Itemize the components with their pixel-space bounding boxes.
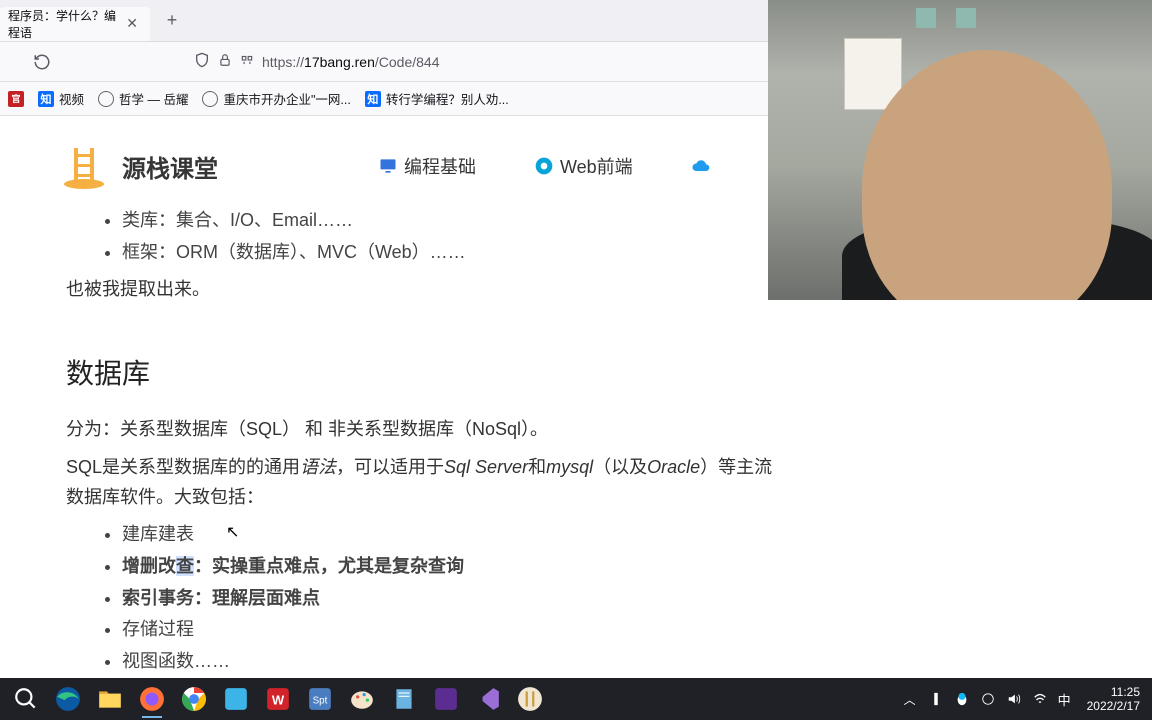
shield-icon: [194, 52, 210, 71]
globe-icon: [202, 91, 218, 107]
url-text: https://17bang.ren/Code/844: [262, 54, 439, 70]
tab-close-icon[interactable]: ✕: [122, 15, 142, 32]
nav-label: 编程基础: [404, 153, 476, 179]
time-text: 11:25: [1087, 685, 1140, 699]
chrome-icon: [534, 156, 554, 176]
url-host: 17bang.ren: [304, 54, 375, 70]
globe-icon: [98, 91, 114, 107]
list-sql-topics: 建库建表 增删改查：实操重点难点，尤其是复杂查询 索引事务：理解层面难点 存储过…: [66, 520, 774, 676]
list-libs: 类库：集合、I/O、Email…… 框架：ORM（数据库）、MVC（Web）……: [66, 206, 774, 267]
paint-icon[interactable]: [342, 680, 382, 718]
nav-cloud[interactable]: [691, 156, 711, 176]
edge-icon[interactable]: [48, 680, 88, 718]
bookmark-label: 转行学编程？别人劝...: [386, 89, 509, 108]
wps-icon[interactable]: W: [258, 680, 298, 718]
site-logo[interactable]: [60, 142, 108, 190]
list-item: 类库：集合、I/O、Email……: [122, 206, 774, 236]
qq-icon[interactable]: [954, 691, 970, 707]
bookmark-icon: 知: [365, 91, 381, 107]
app-icon[interactable]: [216, 680, 256, 718]
cloud-icon: [691, 156, 711, 176]
browser-tab[interactable]: 程序员：学什么？编程语 ✕: [0, 7, 150, 41]
url-scheme: https://: [262, 54, 304, 70]
chevron-up-icon[interactable]: ︿: [902, 691, 918, 707]
volume-icon[interactable]: [1006, 691, 1022, 707]
bookmark-icon: 知: [38, 91, 54, 107]
list-item: 增删改查：实操重点难点，尤其是复杂查询: [122, 552, 774, 582]
wifi-icon[interactable]: [1032, 691, 1048, 707]
bookmark-icon: 官: [8, 91, 24, 107]
spt-icon[interactable]: Spt: [300, 680, 340, 718]
article-content: 类库：集合、I/O、Email…… 框架：ORM（数据库）、MVC（Web）………: [60, 206, 780, 677]
nav-programming-basics[interactable]: 编程基础: [378, 153, 476, 179]
taskbar-apps: W Spt: [6, 680, 550, 718]
date-text: 2022/2/17: [1087, 699, 1140, 713]
nav-web-frontend[interactable]: Web前端: [534, 153, 633, 179]
vs-icon[interactable]: [426, 680, 466, 718]
svg-text:W: W: [272, 692, 285, 707]
highlighted-text: 查: [176, 556, 194, 576]
network-icon[interactable]: [980, 691, 996, 707]
taskbar: W Spt ︿ 中 11:25 2022/2/17: [0, 678, 1152, 720]
clock[interactable]: 11:25 2022/2/17: [1081, 685, 1146, 714]
permissions-icon: [240, 53, 254, 70]
heading-database: 数据库: [66, 351, 774, 397]
tab-title: 程序员：学什么？编程语: [8, 7, 122, 41]
list-item: 存储过程: [122, 615, 774, 645]
ime-indicator[interactable]: 中: [1058, 690, 1071, 709]
notepad-icon[interactable]: [384, 680, 424, 718]
paragraph: 分为：关系型数据库（SQL） 和 非关系型数据库（NoSql）。: [66, 415, 774, 445]
paragraph: 也被我提取出来。: [66, 275, 774, 305]
wall-qr: [916, 8, 936, 28]
bookmark-item[interactable]: 知视频: [38, 89, 84, 108]
bookmark-label: 重庆市开办企业"一网...: [223, 89, 350, 108]
nav-label: Web前端: [560, 153, 633, 179]
paragraph: SQL是关系型数据库的的通用语法，可以适用于Sql Server和mysql（以…: [66, 453, 774, 512]
webcam-overlay: [768, 0, 1152, 300]
chrome-icon[interactable]: [174, 680, 214, 718]
list-item: 视图函数……: [122, 647, 774, 677]
bookmark-label: 哲学 — 岳耀: [119, 89, 188, 108]
new-tab-button[interactable]: +: [158, 7, 186, 35]
bookmark-item[interactable]: 官: [8, 91, 24, 107]
monitor-icon: [378, 156, 398, 176]
bookmark-item[interactable]: 知转行学编程？别人劝...: [365, 89, 509, 108]
bookmark-label: 视频: [59, 89, 84, 108]
site-title[interactable]: 源栈课堂: [122, 149, 218, 184]
lock-icon: [218, 53, 232, 70]
url-path: /Code/844: [375, 54, 440, 70]
search-button[interactable]: [6, 680, 46, 718]
reload-button[interactable]: [28, 48, 56, 76]
list-item: 索引事务：理解层面难点: [122, 584, 774, 614]
list-item: 建库建表: [122, 520, 774, 550]
system-tray: ︿ 中 11:25 2022/2/17: [902, 685, 1146, 714]
file-explorer-icon[interactable]: [90, 680, 130, 718]
wall-qr: [956, 8, 976, 28]
list-item: 框架：ORM（数据库）、MVC（Web）……: [122, 238, 774, 268]
address-bar[interactable]: https://17bang.ren/Code/844: [184, 46, 744, 78]
bookmark-item[interactable]: 哲学 — 岳耀: [98, 89, 188, 108]
firefox-icon[interactable]: [132, 680, 172, 718]
svg-text:Spt: Spt: [313, 695, 328, 706]
vscode-icon[interactable]: [468, 680, 508, 718]
ladder-icon[interactable]: [510, 680, 550, 718]
usb-icon[interactable]: [928, 691, 944, 707]
bookmark-item[interactable]: 重庆市开办企业"一网...: [202, 89, 350, 108]
